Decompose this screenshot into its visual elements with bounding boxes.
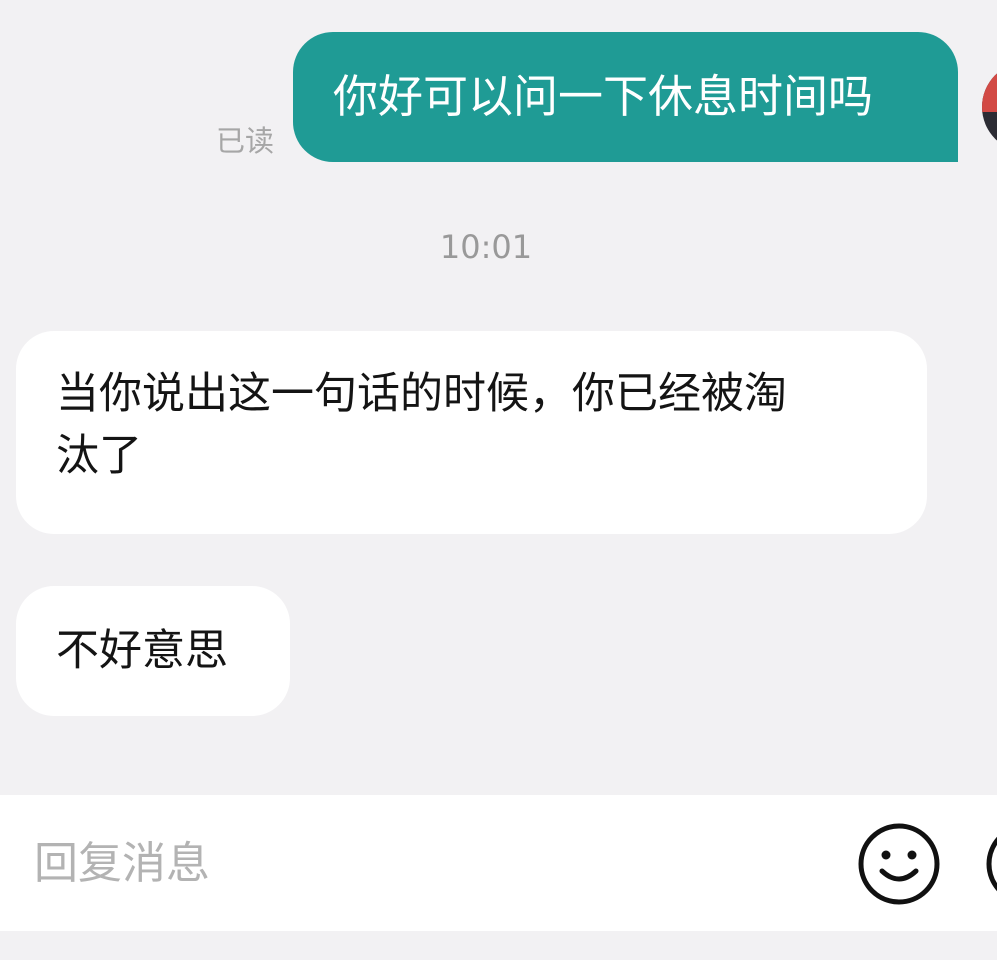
message-timestamp: 10:01 <box>439 228 533 266</box>
outgoing-message-text: 你好可以问一下休息时间吗 <box>333 70 874 123</box>
chat-screen: 已读 你好可以问一下休息时间吗 10:01 当你说出这一句话的时候，你已经被淘 … <box>0 0 997 960</box>
read-receipt: 已读 <box>216 124 275 158</box>
incoming-message-bubble[interactable]: 不好意思 <box>16 586 290 716</box>
avatar[interactable] <box>982 62 997 152</box>
circle-more-icon[interactable] <box>984 821 997 907</box>
incoming-message-line: 不好意思 <box>56 626 228 676</box>
incoming-message-line: 当你说出这一句话的时候，你已经被淘 <box>56 369 787 419</box>
reply-input[interactable] <box>0 795 840 931</box>
outgoing-message-bubble[interactable]: 你好可以问一下休息时间吗 <box>293 32 958 162</box>
smiley-face-icon[interactable] <box>856 821 942 907</box>
reply-bar <box>0 795 997 931</box>
incoming-message-bubble[interactable]: 当你说出这一句话的时候，你已经被淘 汰了 <box>16 331 927 534</box>
incoming-message-line: 汰了 <box>56 431 142 481</box>
bottom-safe-area <box>0 931 997 960</box>
